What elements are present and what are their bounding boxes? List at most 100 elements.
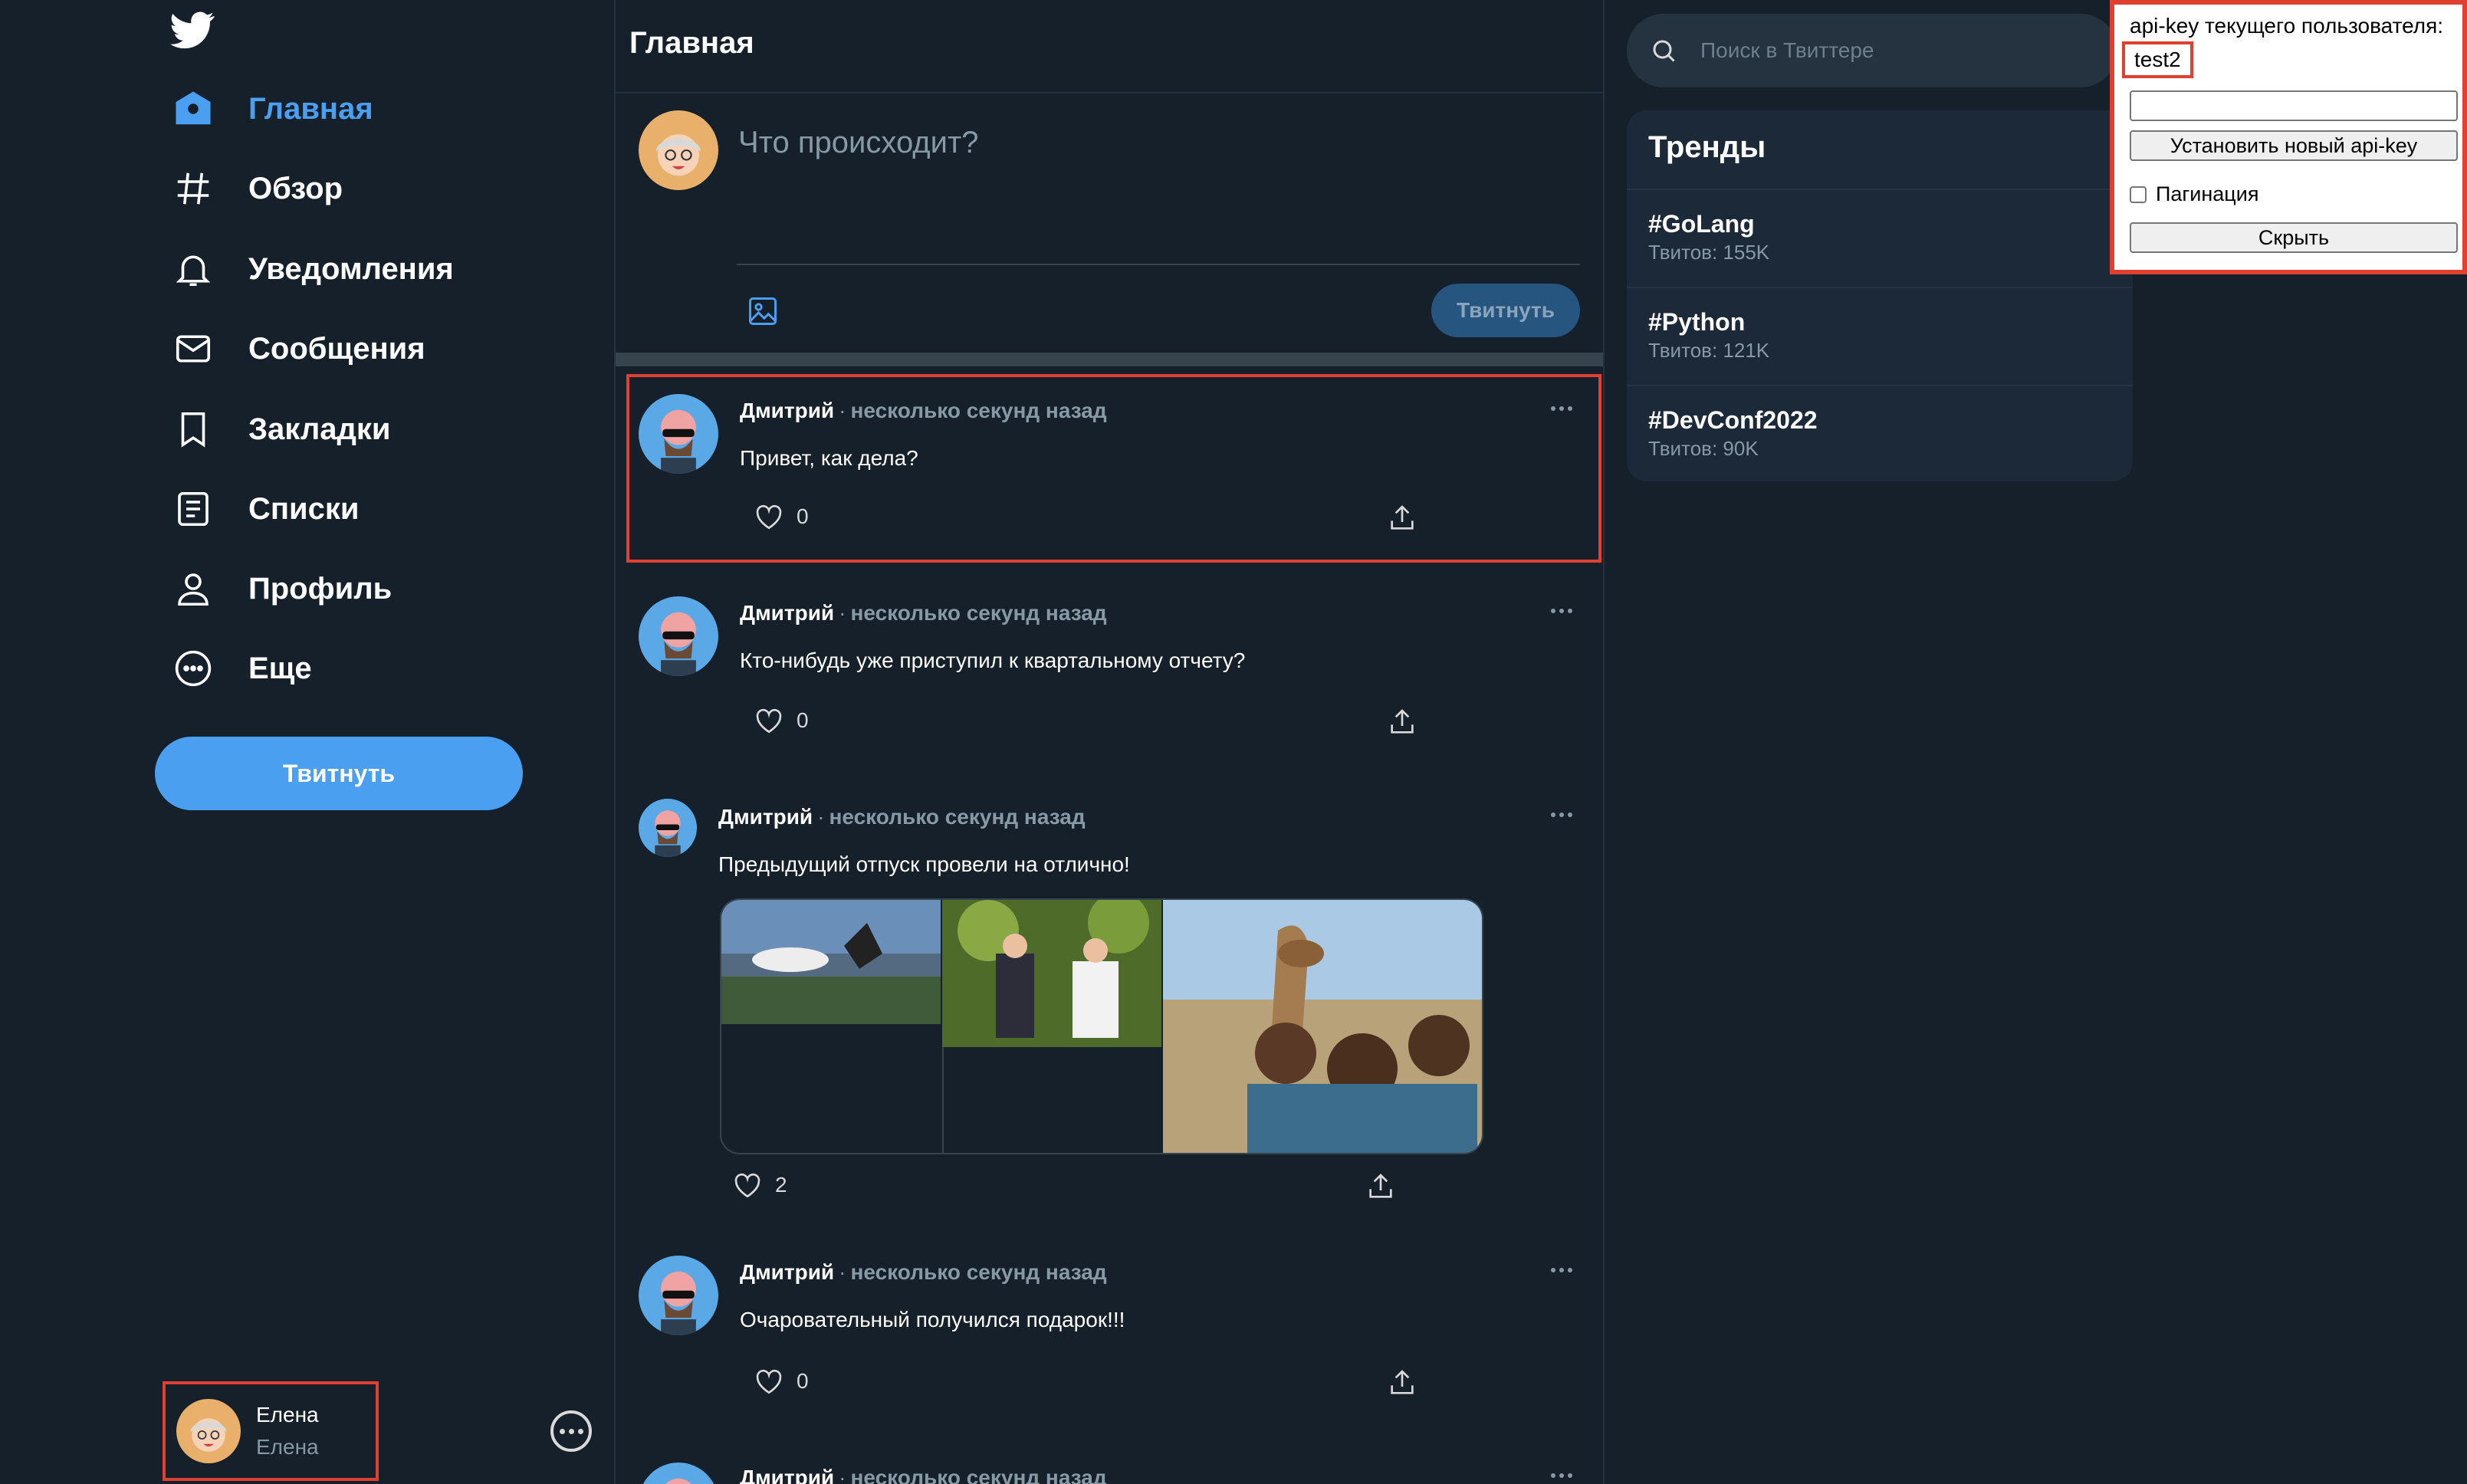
trend-tag: #GoLang	[1648, 210, 1755, 238]
tweet-text: Очаровательный получился подарок!!!	[740, 1308, 1125, 1331]
like-button[interactable]: 2	[732, 1171, 787, 1199]
nav-item-profile[interactable]: Профиль	[170, 558, 392, 619]
api-key-input[interactable]	[2130, 90, 2458, 121]
like-button[interactable]: 0	[754, 1367, 809, 1395]
avatar	[639, 1463, 718, 1484]
tweet-time: несколько секунд назад	[850, 601, 1107, 625]
tweet-button[interactable]: Твитнуть	[155, 737, 523, 810]
like-count: 0	[797, 504, 809, 528]
trends-panel: Тренды #GoLang Твитов: 155K #Python Твит…	[1627, 110, 2133, 481]
trends-title: Тренды	[1648, 130, 1766, 164]
nav-label: Списки	[248, 491, 360, 526]
tweet[interactable]: Дмитрий · несколько секунд назад	[616, 1435, 1603, 1484]
tweet[interactable]: Дмитрий · несколько секунд назад Очаровате…	[616, 1228, 1603, 1435]
nav-item-home[interactable]: Главная	[170, 78, 373, 140]
tweet-author[interactable]: Дмитрий	[740, 1260, 834, 1284]
avatar	[639, 799, 697, 857]
like-count: 2	[775, 1173, 787, 1197]
nav-item-explore[interactable]: Обзор	[170, 158, 343, 219]
trend-count: Твитов: 155K	[1648, 241, 1770, 264]
trend-item[interactable]: #DevConf2022 Твитов: 90K	[1627, 385, 2133, 481]
api-key-panel: api-key текущего пользователя: test2 Уст…	[2110, 0, 2467, 274]
like-count: 0	[797, 708, 809, 732]
twitter-bird-icon[interactable]	[170, 8, 215, 52]
avatar	[639, 1256, 718, 1335]
tweet[interactable]: Дмитрий · несколько секунд назад Привет, к…	[616, 366, 1603, 569]
avatar	[639, 110, 718, 190]
search-icon	[1653, 40, 1675, 62]
set-api-key-button[interactable]: Установить новый api-key	[2130, 130, 2458, 161]
separator: ·	[839, 1260, 846, 1284]
search-input[interactable]	[1699, 38, 2101, 64]
gallery-photo[interactable]	[942, 900, 1161, 1047]
tweet-options-icon[interactable]	[1551, 813, 1572, 817]
main-feed: Главная Твитнуть Дмитрий·несколько секун…	[614, 0, 1605, 1484]
home-icon	[170, 86, 216, 132]
like-button[interactable]: 0	[754, 707, 809, 734]
avatar	[639, 394, 718, 474]
nav-label: Обзор	[248, 171, 343, 205]
nav-label: Сообщения	[248, 331, 425, 366]
share-icon[interactable]	[1387, 1367, 1417, 1398]
left-sidebar: Главная Обзор Уведомления Сообщения Закл…	[0, 0, 614, 1484]
tweet-author[interactable]: Дмитрий	[740, 399, 834, 422]
separator: ·	[839, 1466, 846, 1484]
pagination-label: Пагинация	[2156, 182, 2259, 205]
tweet-image-gallery	[720, 898, 1483, 1154]
nav-item-more[interactable]: Еще	[170, 638, 312, 699]
gallery-empty	[721, 1024, 941, 1153]
tweet-author[interactable]: Дмитрий	[718, 805, 813, 829]
bookmark-icon	[170, 406, 216, 452]
heart-icon	[756, 708, 782, 734]
heart-icon	[734, 1173, 760, 1198]
image-upload-icon[interactable]	[746, 294, 780, 328]
account-more-icon[interactable]	[550, 1410, 592, 1452]
nav-label: Уведомления	[248, 251, 454, 286]
heart-icon	[756, 1369, 782, 1394]
avatar	[176, 1399, 241, 1463]
tweet-author[interactable]: Дмитрий	[740, 1466, 834, 1484]
nav-label: Еще	[248, 651, 312, 685]
tweet-text: Привет, как дела?	[740, 446, 918, 470]
tweet-time: несколько секунд назад	[850, 1260, 1107, 1284]
tweet-options-icon[interactable]	[1551, 406, 1572, 411]
tweet-time: несколько секунд назад	[850, 1466, 1107, 1484]
tweet-time: несколько секунд назад	[829, 805, 1086, 829]
trend-tag: #DevConf2022	[1648, 406, 1818, 434]
tweet-options-icon[interactable]	[1551, 1268, 1572, 1272]
current-user[interactable]: Елена Елена	[163, 1381, 379, 1481]
trend-item[interactable]: #Python Твитов: 121K	[1627, 287, 2133, 385]
tweet-options-icon[interactable]	[1551, 1473, 1572, 1478]
heart-icon	[756, 504, 782, 530]
tweet[interactable]: Дмитрий · несколько секунд назад Кто-нибуд…	[616, 569, 1603, 773]
trend-tag: #Python	[1648, 308, 1746, 336]
share-icon[interactable]	[1387, 707, 1417, 737]
share-icon[interactable]	[1365, 1171, 1396, 1202]
nav-item-notifications[interactable]: Уведомления	[170, 238, 454, 300]
separator: ·	[817, 805, 825, 829]
nav-item-messages[interactable]: Сообщения	[170, 318, 425, 379]
nav-item-lists[interactable]: Списки	[170, 478, 360, 540]
user-name: Елена	[256, 1403, 319, 1427]
compose-submit-button[interactable]: Твитнуть	[1431, 284, 1580, 337]
mail-icon	[170, 326, 216, 372]
pagination-checkbox[interactable]	[2130, 186, 2147, 203]
gallery-photo[interactable]	[721, 900, 941, 1024]
compose-input[interactable]	[737, 124, 1552, 319]
nav-item-bookmarks[interactable]: Закладки	[170, 399, 390, 460]
hide-panel-button[interactable]: Скрыть	[2130, 222, 2458, 253]
like-button[interactable]: 0	[754, 503, 809, 530]
share-icon[interactable]	[1387, 503, 1417, 534]
pagination-toggle[interactable]: Пагинация	[2130, 182, 2258, 206]
tweet-options-icon[interactable]	[1551, 609, 1572, 613]
search-bar[interactable]	[1627, 14, 2117, 87]
separator: ·	[839, 601, 846, 625]
like-count: 0	[797, 1369, 809, 1393]
separator: ·	[839, 399, 846, 422]
gallery-empty	[942, 1047, 1163, 1153]
trend-item[interactable]: #GoLang Твитов: 155K	[1627, 189, 2133, 287]
tweet-author[interactable]: Дмитрий	[740, 601, 834, 625]
tweet-text: Предыдущий отпуск провели на отлично!	[718, 852, 1130, 876]
gallery-photo[interactable]	[1163, 900, 1482, 1153]
hashtag-icon	[170, 166, 216, 212]
